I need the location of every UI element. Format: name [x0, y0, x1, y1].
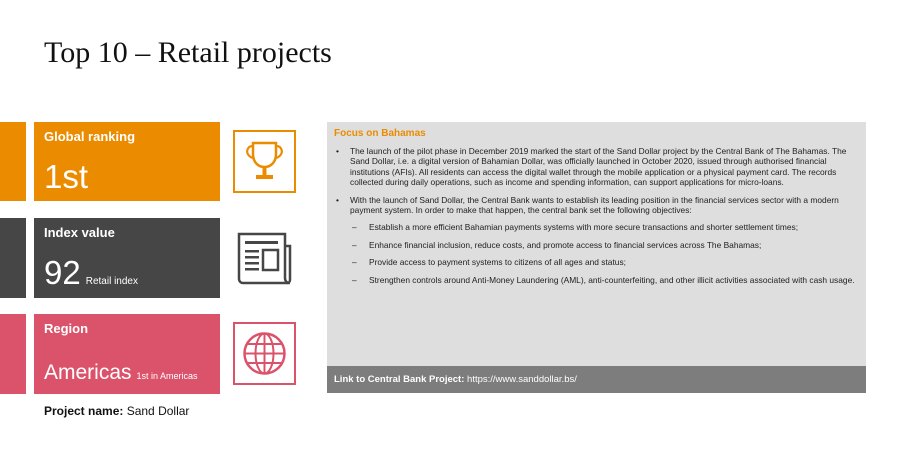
link-label: Link to Central Bank Project: [334, 374, 465, 385]
card-region: Region Americas 1st in Americas [34, 314, 220, 394]
accent-strip-index [0, 218, 26, 298]
focus-panel: Focus on Bahamas The launch of the pilot… [327, 122, 866, 393]
accent-strip-ranking [0, 122, 26, 201]
card-index-value: Index value 92 Retail index [34, 218, 220, 298]
card-label: Global ranking [44, 129, 136, 144]
card-label: Region [44, 321, 89, 336]
region-value: Americas [44, 361, 132, 384]
objective-item: Provide access to payment systems to cit… [334, 257, 862, 268]
region-sub: 1st in Americas [136, 371, 198, 381]
project-name-label: Project name: [44, 404, 124, 418]
focus-bullet: The launch of the pilot phase in Decembe… [334, 146, 862, 188]
project-name-value: Sand Dollar [126, 404, 190, 418]
link-footer: Link to Central Bank Project: https://ww… [327, 366, 866, 393]
index-value: 92 [44, 254, 81, 291]
focus-body: The launch of the pilot phase in Decembe… [334, 146, 862, 292]
card-global-ranking: Global ranking 1st [34, 122, 220, 201]
project-name: Project name: Sand Dollar [44, 404, 189, 418]
card-value: Americas 1st in Americas [44, 362, 198, 383]
page-title: Top 10 – Retail projects [44, 36, 332, 69]
trophy-icon [233, 130, 296, 193]
central-bank-link[interactable]: https://www.sanddollar.bs/ [467, 374, 577, 385]
focus-heading: Focus on Bahamas [334, 128, 426, 139]
card-value: 1st [44, 160, 88, 193]
focus-bullet: With the launch of Sand Dollar, the Cent… [334, 195, 862, 216]
objective-item: Establish a more efficient Bahamian paym… [334, 222, 862, 233]
ranking-value: 1st [44, 158, 89, 195]
card-value: 92 Retail index [44, 256, 138, 289]
objective-item: Enhance financial inclusion, reduce cost… [334, 240, 862, 251]
newspaper-icon [233, 226, 296, 289]
objective-item: Strengthen controls around Anti-Money La… [334, 275, 862, 286]
card-label: Index value [44, 225, 115, 240]
accent-strip-region [0, 314, 26, 394]
globe-icon [233, 322, 296, 385]
index-sub: Retail index [85, 276, 138, 287]
